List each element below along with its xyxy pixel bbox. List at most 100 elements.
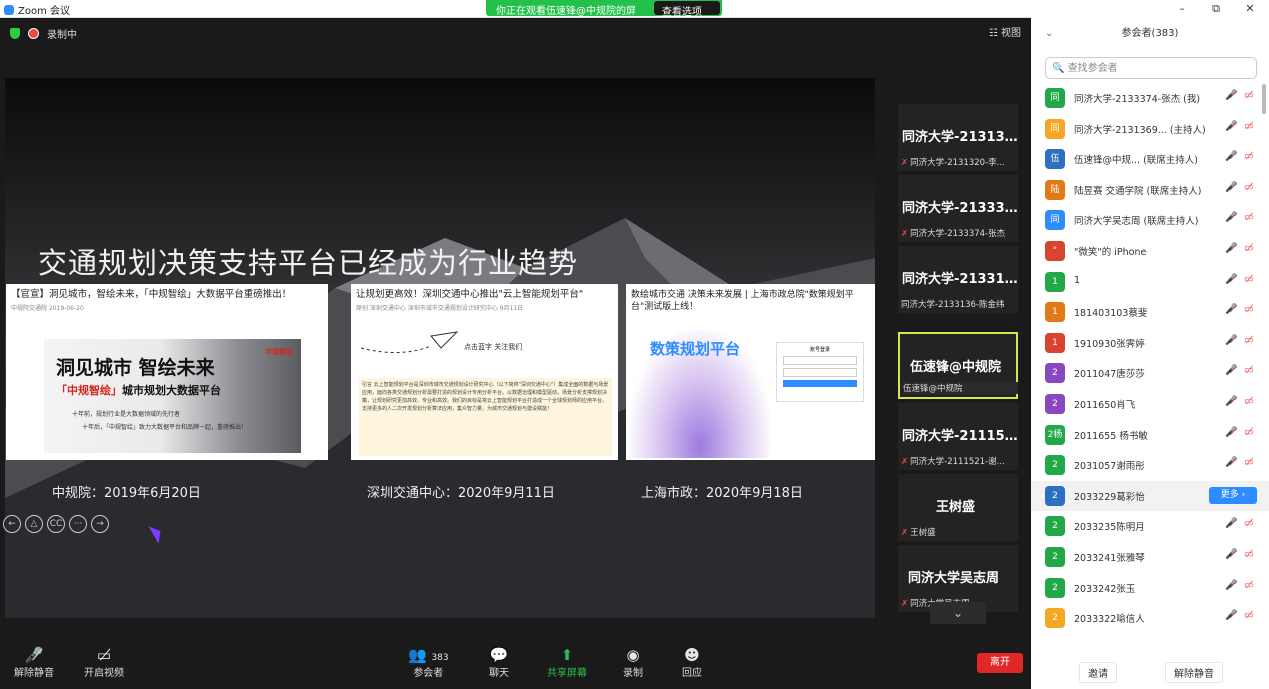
video-tile[interactable]: 王树盛 ✗ 王树盛 [898, 474, 1018, 541]
muted-mic-icon: ✗ [901, 528, 909, 538]
panel-headline: 数绘城市交通 决策未来发展 | 上海市政总院"数策规划平台"测试版上线！ [631, 290, 854, 312]
unmute-button[interactable]: 🎤̸ 解除静音 [14, 646, 54, 679]
video-off-icon: ▭̸ [1244, 518, 1254, 530]
participants-title: 参会者(383) [1121, 28, 1179, 39]
participant-row[interactable]: 伍伍速锋@中规... (联席主持人) 🎤̸ ▭̸ [1031, 144, 1269, 174]
chat-button[interactable]: 💬 聊天 [489, 646, 509, 679]
participant-row[interactable]: 同同济大学吴志周 (联席主持人) 🎤̸ ▭̸ [1031, 205, 1269, 235]
participant-row[interactable]: 2杨 2011655 杨书敏 🎤̸ ▭̸ [1031, 420, 1269, 450]
muted-mic-icon: 🎤̸ [1225, 610, 1238, 622]
video-off-icon: ▭̸ [1244, 181, 1254, 193]
participant-list: 同同济大学-2133374-张杰 (我) 🎤̸ ▭̸ 同同济大学-2131369...… [1031, 83, 1269, 649]
meeting-toolbar: 🎤̸ 解除静音 ▭̸ 开启视频 👥 383 参会者 💬 聊天 ⬆ 共享屏幕 ◉ … [0, 642, 1031, 689]
participant-search-input[interactable]: 🔍 查找参会者 [1045, 57, 1257, 79]
collapse-chevron-icon[interactable]: ⌄ [1045, 17, 1053, 50]
participant-row[interactable]: 2 2033322喻信人 🎤̸ ▭̸ [1031, 603, 1269, 633]
participant-row[interactable]: " "微笑"的 iPhone 🎤̸ ▭̸ [1031, 236, 1269, 266]
next-slide-button[interactable]: → [91, 515, 109, 533]
tile-name: 同济大学-2111521-谢... [902, 429, 1018, 444]
strip-scroll-down-button[interactable]: ⌄ [930, 602, 986, 624]
participant-row[interactable]: 1 1910930张霁婷 🎤̸ ▭̸ [1031, 328, 1269, 358]
video-off-icon: ▭̸ [1244, 426, 1254, 438]
video-tile[interactable]: 同济大学-2111521-谢... ✗同济大学-2111521-谢... [898, 403, 1018, 470]
tile-name: 同济大学-2131320-李... [902, 130, 1018, 145]
captions-button[interactable]: CC [47, 515, 65, 533]
visualization-title: 数策规划平台 [650, 340, 741, 358]
unmute-self-button[interactable]: 解除静音 [1165, 662, 1223, 683]
participant-row[interactable]: 1 1 🎤̸ ▭̸ [1031, 267, 1269, 297]
muted-mic-icon: 🎤̸ [1225, 518, 1238, 530]
avatar: 2 [1045, 363, 1065, 384]
participant-row[interactable]: 同同济大学-2133374-张杰 (我) 🎤̸ ▭̸ [1031, 83, 1269, 113]
video-tile[interactable]: 同济大学-2133374-张杰 ✗同济大学-2133374-张杰 [898, 175, 1018, 242]
avatar: " [1045, 241, 1065, 261]
participant-name: 2031057谢雨彤 [1074, 461, 1145, 473]
muted-mic-icon: ✗ [901, 457, 909, 467]
login-mockup: 账号登录 [776, 342, 864, 402]
banner-logo: 中规智绘 [265, 348, 293, 356]
participant-name: 2011655 杨书敏 [1074, 430, 1148, 442]
participant-row[interactable]: 1 181403103蔡斐 🎤̸ ▭̸ [1031, 297, 1269, 327]
video-tile[interactable]: 同济大学-2133136-陈金纬 同济大学-2133136-陈金纬 [898, 246, 1018, 313]
participants-button[interactable]: 👥 383 参会者 [408, 646, 449, 679]
panel-headline: 让规划更高效！深圳交通中心推出"云上智能规划平台" [356, 289, 584, 300]
prev-slide-button[interactable]: ← [3, 515, 21, 533]
more-options-button[interactable]: 更多 › [1209, 486, 1257, 504]
panel-source: 中规院交通院 2019-06-20 [11, 305, 84, 312]
news-panel-zhongguiyuan: 【官宣】洞见城市，智绘未来，「中规智绘」大数据平台重磅推出！ 中规院交通院 20… [6, 284, 328, 460]
share-screen-button[interactable]: ⬆ 共享屏幕 [547, 646, 587, 679]
participant-name: 181403103蔡斐 [1074, 308, 1148, 320]
participant-row[interactable]: 2 2011047唐莎莎 🎤̸ ▭̸ [1031, 358, 1269, 388]
video-off-icon: ▭̸ [1244, 273, 1254, 285]
login-title: 账号登录 [809, 347, 830, 353]
video-tile-active-speaker[interactable]: 伍速锋@中规院 伍速锋@中规院 [898, 332, 1018, 399]
muted-mic-icon: 🎤̸ [1225, 304, 1238, 316]
video-tile[interactable]: 同济大学-2131320-李... ✗同济大学-2131320-李... [898, 104, 1018, 171]
panel-headline: 【官宣】洞见城市，智绘未来，「中规智绘」大数据平台重磅推出！ [11, 289, 292, 300]
participant-row[interactable]: 2 2033242张玉 🎤̸ ▭̸ [1031, 573, 1269, 603]
reaction-emoji-icon: ☻ [684, 646, 700, 664]
participant-name: 2033229葛彩怡 [1074, 491, 1145, 503]
muted-mic-icon: 🎤̸ [1225, 243, 1238, 254]
view-options-button[interactable]: 查看选项 ⌄ [653, 1, 720, 29]
minimize-button[interactable]: – [1165, 0, 1199, 17]
video-off-icon: ▭̸ [1244, 579, 1254, 591]
tile-sublabel: ✗ 同济大学-2131320-李... [901, 158, 1005, 168]
caption-zhongguiyuan: 中规院：2019年6月20日 [52, 486, 201, 501]
participant-row[interactable]: 2 2033229葛彩怡 更多 › [1031, 480, 1269, 511]
restore-button[interactable]: ⧉ [1199, 0, 1233, 17]
reactions-button[interactable]: ☻ 回应 [682, 646, 702, 679]
invite-button[interactable]: 邀请 [1079, 662, 1117, 683]
banner-line-1: 十年前，规划行业是大数据领域的先行者 [72, 411, 181, 418]
slide-controls: ← △ CC ··· → [3, 515, 109, 533]
participant-row[interactable]: 同同济大学-2131369... (主持人) 🎤̸ ▭̸ [1031, 114, 1269, 144]
leave-button[interactable]: 离开 [977, 653, 1023, 673]
share-banner-text: 你正在观看伍速锋@中规院的屏幕 [496, 6, 636, 32]
participant-row[interactable]: 2 2033235陈明月 🎤̸ ▭̸ [1031, 511, 1269, 541]
muted-mic-icon: 🎤̸ [1225, 181, 1238, 193]
start-video-button[interactable]: ▭̸ 开启视频 [84, 646, 124, 679]
participants-scrollbar[interactable] [1262, 84, 1266, 114]
participant-row[interactable]: 2 2031057谢雨彤 🎤̸ ▭̸ [1031, 450, 1269, 480]
pen-tool-button[interactable]: △ [25, 515, 43, 533]
record-button[interactable]: ◉ 录制 [623, 646, 643, 679]
muted-mic-icon: 🎤̸ [1225, 273, 1238, 285]
participant-name: 1910930张霁婷 [1074, 338, 1145, 350]
video-off-icon: ▭̸ [1244, 365, 1254, 377]
participant-row[interactable]: 2 2011650肖飞 🎤̸ ▭̸ [1031, 389, 1269, 419]
avatar: 1 [1045, 302, 1065, 323]
participant-row[interactable]: 陆陆昱赛 交通学院 (联席主持人) 🎤̸ ▭̸ [1031, 175, 1269, 205]
muted-mic-icon: 🎤̸ [1225, 334, 1238, 346]
panel-source: 原创 深圳交通中心 深圳市城市交通规划设计研究中心 9月11日 [356, 305, 524, 312]
more-slide-options-button[interactable]: ··· [69, 515, 87, 533]
presentation-slide: 交通规划决策支持平台已经成为行业趋势 【官宣】洞见城市，智绘未来，「中规智绘」大… [5, 78, 875, 618]
banner-line-2: 十年后，「中规智绘」致力大数据平台和品牌一起，重磅推出！ [82, 424, 248, 431]
share-banner: 你正在观看伍速锋@中规院的屏幕 查看选项 ⌄ [486, 0, 722, 32]
participant-name: 2011047唐莎莎 [1074, 369, 1145, 381]
close-button[interactable]: ✕ [1233, 0, 1267, 17]
tile-sublabel: ✗ 同济大学-2133374-张杰 [901, 229, 1006, 239]
muted-mic-icon: ✗ [901, 599, 909, 609]
banner-subtitle: 「中规智绘」城市规划大数据平台 [56, 384, 221, 397]
view-button[interactable]: ☷ 视图 [989, 24, 1021, 39]
participant-row[interactable]: 2 2033241张雅琴 🎤̸ ▭̸ [1031, 542, 1269, 572]
